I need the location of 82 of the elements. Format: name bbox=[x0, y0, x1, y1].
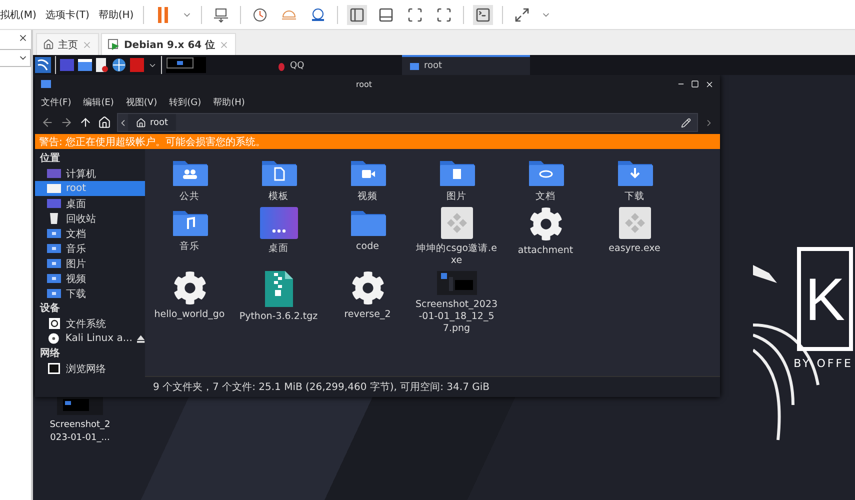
menu-item[interactable]: 转到(G) bbox=[169, 96, 202, 108]
workspace-thumbnail[interactable] bbox=[166, 57, 206, 73]
pencil-icon[interactable] bbox=[681, 118, 691, 128]
close-icon[interactable] bbox=[704, 80, 714, 88]
gear-icon bbox=[528, 207, 562, 241]
executable-icon bbox=[440, 207, 472, 239]
file-name[interactable]: reverse_2 bbox=[326, 309, 410, 321]
sidebar-item[interactable]: 视频 bbox=[35, 271, 145, 286]
file-name[interactable]: 音乐 bbox=[148, 241, 232, 253]
sidebar-item[interactable]: 图片 bbox=[35, 256, 145, 271]
file-name[interactable]: Screenshot_2023-01-01_18_12_57.png bbox=[414, 299, 498, 335]
sidebar-item[interactable]: 文档 bbox=[35, 226, 145, 241]
file-name[interactable]: Python-3.6.2.tgz bbox=[236, 311, 320, 323]
menu-item[interactable]: 视图(V) bbox=[126, 96, 158, 108]
status-bar: 9 个文件夹，7 个文件: 25.1 MiB (26,299,460 字节), 可用空间: 34.7 GiB bbox=[145, 376, 720, 397]
path-bar[interactable]: root bbox=[117, 113, 698, 132]
drive-icon bbox=[47, 318, 61, 329]
folder-icon bbox=[47, 228, 61, 239]
gear-icon bbox=[172, 271, 206, 305]
home-icon[interactable] bbox=[98, 116, 111, 129]
sidebar-item[interactable]: 下载 bbox=[35, 286, 145, 301]
zip-archive-icon bbox=[264, 271, 292, 307]
menu-item[interactable]: 编辑(E) bbox=[83, 96, 114, 108]
sidebar-heading: 网络 bbox=[39, 346, 61, 361]
disc-icon bbox=[47, 333, 60, 344]
file-name[interactable]: attachment bbox=[504, 245, 588, 257]
menu-item[interactable]: 选项卡(T) bbox=[45, 8, 90, 22]
file-name[interactable]: easyre.exe bbox=[592, 243, 676, 255]
globe-icon[interactable] bbox=[112, 58, 126, 72]
back-icon[interactable] bbox=[41, 116, 54, 129]
sidebar-item[interactable]: 计算机 bbox=[35, 166, 145, 181]
sidebar-item[interactable]: 音乐 bbox=[35, 241, 145, 256]
vm-icon bbox=[108, 38, 120, 50]
window-title: root bbox=[356, 80, 372, 88]
sidebar-item[interactable]: 桌面 bbox=[35, 196, 145, 211]
warning-banner: 警告: 您正在使用超级帐户。可能会损害您的系统。 bbox=[35, 134, 720, 149]
close-icon[interactable] bbox=[18, 33, 28, 43]
file-name[interactable]: 桌面 bbox=[236, 243, 320, 255]
maximize-icon[interactable] bbox=[690, 80, 699, 88]
file-name[interactable]: 文档 bbox=[504, 191, 588, 203]
menu-item[interactable]: 拟机(M) bbox=[0, 8, 36, 22]
network-icon bbox=[47, 363, 61, 374]
executable-icon bbox=[618, 207, 650, 239]
home-icon bbox=[136, 118, 146, 128]
desktop-folder-icon bbox=[260, 207, 298, 239]
desktop-icon bbox=[47, 198, 61, 209]
folder-icon bbox=[410, 62, 419, 70]
file-name[interactable]: 视频 bbox=[326, 191, 410, 203]
gear-icon bbox=[350, 271, 384, 305]
sidebar-view-icon[interactable] bbox=[346, 4, 367, 24]
file-name[interactable]: code bbox=[326, 241, 410, 253]
taskbar-item[interactable]: root bbox=[402, 55, 530, 75]
file-name[interactable]: 模板 bbox=[236, 191, 320, 203]
tab[interactable]: 主页 bbox=[36, 33, 99, 55]
logo-letter: K bbox=[797, 247, 853, 351]
up-icon[interactable] bbox=[79, 116, 92, 129]
sidebar-item[interactable]: Kali Linux a... bbox=[35, 331, 145, 346]
desktop-icon-label[interactable]: Screenshot_2 023-01-01_... bbox=[50, 419, 110, 445]
file-name[interactable]: 下载 bbox=[592, 191, 676, 203]
sidebar-item[interactable]: 文件系统 bbox=[35, 316, 145, 331]
menu-item[interactable]: 帮助(H) bbox=[213, 96, 245, 108]
sidebar-heading: 设备 bbox=[38, 302, 61, 316]
sidebar-item[interactable]: 回收站 bbox=[35, 211, 145, 226]
text-editor-icon[interactable] bbox=[96, 58, 108, 72]
file-name[interactable]: hello_world_go bbox=[148, 309, 232, 321]
path-button[interactable]: root bbox=[128, 114, 176, 131]
menu-item[interactable]: 帮助(H) bbox=[98, 8, 134, 22]
sidebar-item[interactable]: 浏览网络 bbox=[35, 361, 145, 376]
folder-icon bbox=[41, 80, 51, 88]
file-name[interactable]: 公共 bbox=[148, 191, 232, 203]
tab[interactable]: Debian 9.x 64 位 bbox=[101, 33, 236, 55]
file-name[interactable]: 图片 bbox=[414, 191, 498, 203]
file-name[interactable]: 坤坤的csgo邀请.exe bbox=[414, 243, 498, 267]
taskbar-item[interactable]: QQ bbox=[270, 55, 398, 75]
home-icon bbox=[43, 39, 54, 50]
forward-icon[interactable] bbox=[60, 116, 73, 129]
eject-icon[interactable] bbox=[137, 334, 145, 342]
screenshot-thumbnail bbox=[436, 271, 476, 295]
trash-icon bbox=[47, 213, 61, 224]
sidebar-heading: 位置 bbox=[38, 152, 61, 166]
logo-tagline: BY OFFE bbox=[794, 357, 853, 370]
menu-item[interactable]: 文件(F) bbox=[41, 96, 72, 108]
